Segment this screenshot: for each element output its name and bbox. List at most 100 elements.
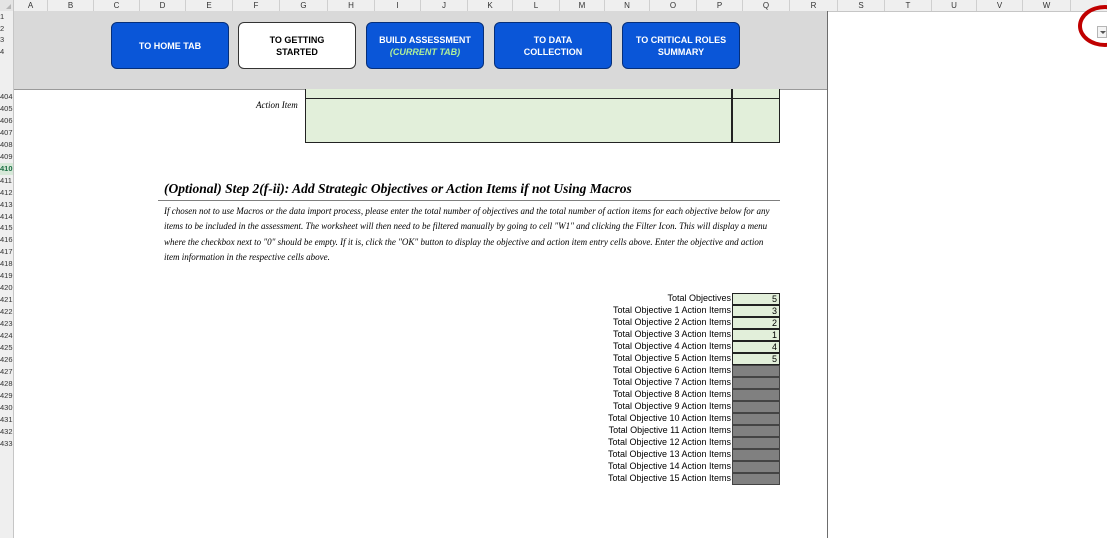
total-label: Total Objectives: [667, 293, 731, 303]
select-all-corner[interactable]: [0, 0, 14, 11]
column-header-M[interactable]: M: [560, 0, 605, 11]
column-header-N[interactable]: N: [605, 0, 650, 11]
row-header-bar: 1 2 3 4 404 405 406 407 408 409 410 411 412 413 414 415…: [0, 11, 14, 538]
row-header-428[interactable]: 428: [0, 378, 13, 390]
total-value-cell[interactable]: 1: [732, 329, 780, 341]
button-label: TO CRITICAL ROLES: [635, 34, 727, 45]
column-header-F[interactable]: F: [233, 0, 280, 11]
total-value-cell[interactable]: 5: [732, 293, 780, 305]
total-value-cell[interactable]: 2: [732, 317, 780, 329]
row-header-416[interactable]: 416: [0, 234, 13, 246]
instructions-paragraph: If chosen not to use Macros or the data …: [164, 206, 770, 262]
action-item-value-cell[interactable]: [732, 98, 780, 143]
row-header-432[interactable]: 432: [0, 426, 13, 438]
column-header-V[interactable]: V: [977, 0, 1023, 11]
row-header-420[interactable]: 420: [0, 282, 13, 294]
total-label: Total Objective 11 Action Items: [608, 425, 731, 435]
column-header-B[interactable]: B: [48, 0, 94, 11]
column-header-C[interactable]: C: [94, 0, 140, 11]
total-label: Total Objective 3 Action Items: [612, 329, 731, 339]
total-label: Total Objective 2 Action Items: [612, 317, 731, 327]
row-header-3[interactable]: 3: [0, 34, 13, 45]
row-header-406[interactable]: 406: [0, 115, 13, 127]
disabled-value-cell: [732, 413, 780, 425]
row-header-426[interactable]: 426: [0, 354, 13, 366]
to-home-tab-button[interactable]: TO HOME TAB: [111, 22, 229, 69]
row-header-4[interactable]: 4: [0, 46, 13, 57]
row-header-415[interactable]: 415: [0, 222, 13, 234]
column-header-E[interactable]: E: [186, 0, 233, 11]
row-header-414[interactable]: 414: [0, 211, 13, 223]
to-data-collection-button[interactable]: TO DATA COLLECTION: [494, 22, 612, 69]
column-header-U[interactable]: U: [932, 0, 977, 11]
row-header-421[interactable]: 421: [0, 294, 13, 306]
disabled-value-cell: [732, 377, 780, 389]
row-header-431[interactable]: 431: [0, 414, 13, 426]
row-header-410[interactable]: 410: [0, 162, 13, 175]
column-header-Q[interactable]: Q: [743, 0, 790, 11]
heading-underline: [158, 200, 780, 201]
column-header-A[interactable]: A: [14, 0, 48, 11]
total-label: Total Objective 14 Action Items: [607, 461, 731, 471]
action-item-entry-cell[interactable]: [305, 98, 732, 143]
current-tab-note: (CURRENT TAB): [389, 46, 461, 57]
column-header-L[interactable]: L: [513, 0, 560, 11]
total-label: Total Objective 4 Action Items: [612, 341, 731, 351]
total-label: Total Objective 15 Action Items: [607, 473, 731, 483]
to-getting-started-button[interactable]: TO GETTING STARTED: [238, 22, 356, 69]
row-header-427[interactable]: 427: [0, 366, 13, 378]
total-label: Total Objective 6 Action Items: [612, 365, 731, 375]
section-heading: (Optional) Step 2(f-ii): Add Strategic O…: [164, 181, 632, 196]
total-value-cell[interactable]: 5: [732, 353, 780, 365]
row-header-419[interactable]: 419: [0, 270, 13, 282]
column-header-S[interactable]: S: [838, 0, 885, 11]
total-label: Total Objective 13 Action Items: [607, 449, 731, 459]
row-header-413[interactable]: 413: [0, 199, 13, 211]
column-header-O[interactable]: O: [650, 0, 697, 11]
row-header-404[interactable]: 404: [0, 91, 13, 103]
row-header-430[interactable]: 430: [0, 402, 13, 414]
build-assessment-button[interactable]: BUILD ASSESSMENT (CURRENT TAB): [366, 22, 484, 69]
disabled-value-cell: [732, 449, 780, 461]
column-header-J[interactable]: J: [421, 0, 468, 11]
column-header-G[interactable]: G: [280, 0, 328, 11]
row-header-423[interactable]: 423: [0, 318, 13, 330]
row-header-412[interactable]: 412: [0, 187, 13, 199]
row-header-418[interactable]: 418: [0, 258, 13, 270]
column-header-P[interactable]: P: [697, 0, 743, 11]
row-header-429[interactable]: 429: [0, 390, 13, 402]
row-header-409[interactable]: 409: [0, 151, 13, 163]
freeze-pane-divider: [827, 11, 828, 538]
row-header-1[interactable]: 1: [0, 11, 13, 22]
total-value-cell[interactable]: 3: [732, 305, 780, 317]
row-header-407[interactable]: 407: [0, 127, 13, 139]
row-header-422[interactable]: 422: [0, 306, 13, 318]
row-header-408[interactable]: 408: [0, 139, 13, 151]
column-header-D[interactable]: D: [140, 0, 186, 11]
to-critical-roles-summary-button[interactable]: TO CRITICAL ROLES SUMMARY: [622, 22, 740, 69]
button-label: SUMMARY: [657, 46, 705, 57]
column-header-K[interactable]: K: [468, 0, 513, 11]
column-header-T[interactable]: T: [885, 0, 932, 11]
button-label: BUILD ASSESSMENT: [379, 34, 471, 45]
column-header-R[interactable]: R: [790, 0, 838, 11]
column-header-W[interactable]: W: [1023, 0, 1071, 11]
row-header-2[interactable]: 2: [0, 23, 13, 34]
row-header-425[interactable]: 425: [0, 342, 13, 354]
disabled-value-cell: [732, 425, 780, 437]
total-value-cell[interactable]: 4: [732, 341, 780, 353]
total-label: Total Objective 12 Action Items: [607, 437, 731, 447]
column-header-I[interactable]: I: [375, 0, 421, 11]
action-item-label: Action Item: [256, 100, 298, 110]
total-label: Total Objective 8 Action Items: [612, 389, 731, 399]
row-header-433[interactable]: 433: [0, 438, 13, 450]
row-header-417[interactable]: 417: [0, 246, 13, 258]
row-header-405[interactable]: 405: [0, 103, 13, 115]
row-header-424[interactable]: 424: [0, 330, 13, 342]
column-header-H[interactable]: H: [328, 0, 375, 11]
total-label: Total Objective 5 Action Items: [612, 353, 731, 363]
total-label: Total Objective 10 Action Items: [607, 413, 731, 423]
disabled-value-cell: [732, 401, 780, 413]
disabled-value-cell: [732, 365, 780, 377]
row-header-411[interactable]: 411: [0, 175, 13, 187]
